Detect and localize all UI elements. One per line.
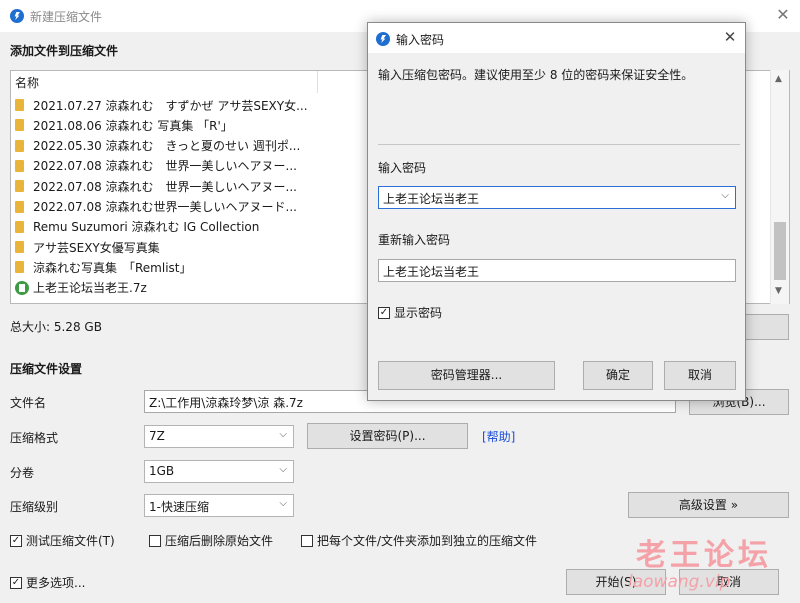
list-item-name: 2021.08.06 涼森れむ 写真集 「R'」 — [33, 118, 233, 133]
checkbox-checked-icon: ✓ — [10, 576, 22, 589]
chevron-down-icon: ⌵ — [279, 429, 287, 440]
format-label: 压缩格式 — [10, 431, 59, 445]
settings-heading: 压缩文件设置 — [10, 362, 83, 376]
checkbox-checked-icon: ✓ — [10, 534, 22, 547]
checkbox-unchecked-icon — [149, 534, 161, 547]
watermark-url: laowang.vip — [628, 572, 731, 592]
list-item[interactable]: 2022.07.08 涼森れむ 世界一美しいヘアヌー... — [15, 176, 297, 196]
level-select[interactable]: 1-快速压缩 ⌵ — [144, 494, 294, 517]
list-item[interactable]: 2021.07.27 涼森れむ すずかぜ アサ芸SEXY女... — [15, 95, 308, 115]
folder-icon — [15, 99, 24, 111]
test-archive-label: 测试压缩文件(T) — [26, 534, 115, 548]
folder-icon — [15, 261, 24, 274]
folder-icon — [15, 119, 24, 132]
password-input[interactable]: 上老王论坛当老王 ⌵ — [378, 186, 736, 209]
password-input-value: 上老王论坛当老王 — [383, 192, 480, 206]
list-item-name: アサ芸SEXY女優写真集 — [33, 240, 160, 255]
level-select-value: 1-快速压缩 — [149, 500, 209, 514]
show-password-label: 显示密码 — [394, 306, 443, 320]
checkbox-checked-icon: ✓ — [378, 306, 390, 319]
password-dialog: 输入密码 ✕ 输入压缩包密码。建议使用至少 8 位的密码来保证安全性。 输入密码… — [367, 22, 746, 401]
list-item[interactable]: 2022.07.08 涼森れむ 世界一美しいヘアヌー... — [15, 156, 297, 176]
watermark-logo: 老王论坛 — [636, 538, 772, 573]
password-label: 输入密码 — [378, 161, 427, 175]
dialog-cancel-button[interactable]: 取消 — [664, 361, 736, 390]
format-select[interactable]: 7Z ⌵ — [144, 425, 294, 448]
chevron-down-icon: ⌵ — [279, 464, 287, 475]
show-password-checkbox[interactable]: ✓ 显示密码 — [378, 304, 442, 321]
add-files-heading: 添加文件到压缩文件 — [10, 44, 119, 58]
list-item[interactable]: 2022.05.30 涼森れむ きっと夏のせい 週刊ポ... — [15, 136, 300, 156]
level-label: 压缩级别 — [10, 500, 59, 514]
folder-icon — [15, 180, 24, 193]
test-archive-checkbox[interactable]: ✓ 测试压缩文件(T) — [10, 532, 115, 549]
reenter-password-label: 重新输入密码 — [378, 233, 451, 247]
list-item-name: 2022.05.30 涼森れむ きっと夏のせい 週刊ポ... — [33, 139, 301, 154]
list-item[interactable]: 2022.07.08 涼森れむ世界一美しいヘアヌード... — [15, 197, 297, 217]
password-dialog-titlebar: 输入密码 ✕ — [368, 23, 745, 53]
more-options-checkbox[interactable]: ✓ 更多选项... — [10, 574, 85, 591]
folder-icon — [15, 241, 24, 254]
scrollbar-thumb[interactable] — [774, 222, 786, 280]
advanced-settings-button[interactable]: 高级设置 » — [628, 492, 789, 518]
split-label: 分卷 — [10, 466, 35, 480]
list-item-name: 涼森れむ写真集 「Remlist」 — [33, 260, 192, 275]
list-item-name: 2022.07.08 涼森れむ世界一美しいヘアヌード... — [33, 200, 297, 214]
app-logo-icon — [376, 32, 390, 46]
filename-label: 文件名 — [10, 396, 47, 410]
list-item[interactable]: 上老王论坛当老王.7z — [15, 278, 147, 298]
dialog-separator — [378, 144, 740, 145]
folder-icon — [15, 200, 24, 213]
help-link[interactable]: [帮助] — [482, 428, 515, 445]
password-manager-button[interactable]: 密码管理器... — [378, 361, 555, 390]
close-icon[interactable]: ✕ — [720, 27, 740, 47]
list-item[interactable]: アサ芸SEXY女優写真集 — [15, 237, 160, 257]
total-size-label: 总大小: 5.28 GB — [10, 320, 102, 334]
format-select-value: 7Z — [149, 429, 165, 443]
list-item-name: Remu Suzumori 涼森れむ IG Collection — [33, 220, 260, 235]
split-select-value: 1GB — [149, 464, 175, 478]
each-separately-label: 把每个文件/文件夹添加到独立的压缩文件 — [317, 534, 538, 548]
each-separately-checkbox[interactable]: 把每个文件/文件夹添加到独立的压缩文件 — [301, 532, 537, 549]
set-password-button[interactable]: 设置密码(P)... — [307, 423, 468, 449]
list-item-name: 2022.07.08 涼森れむ 世界一美しいヘアヌー... — [33, 179, 297, 194]
checkbox-unchecked-icon — [301, 534, 313, 547]
file-list-scrollbar[interactable]: ▲ ▼ — [770, 70, 789, 304]
list-item-name: 2021.07.27 涼森れむ すずかぜ アサ芸SEXY女... — [33, 98, 308, 113]
column-divider[interactable] — [317, 71, 318, 93]
folder-icon — [15, 220, 24, 233]
split-select[interactable]: 1GB ⌵ — [144, 460, 294, 483]
list-item-name: 上老王论坛当老王.7z — [33, 281, 147, 296]
close-icon[interactable]: ✕ — [772, 4, 794, 26]
scroll-down-icon[interactable]: ▼ — [775, 286, 782, 296]
folder-icon — [15, 139, 24, 152]
scroll-up-icon[interactable]: ▲ — [775, 74, 782, 84]
ok-button[interactable]: 确定 — [583, 361, 653, 390]
delete-after-checkbox[interactable]: 压缩后删除原始文件 — [149, 532, 273, 549]
app-logo-icon — [10, 9, 24, 23]
delete-after-label: 压缩后删除原始文件 — [165, 534, 274, 548]
password-hint: 输入压缩包密码。建议使用至少 8 位的密码来保证安全性。 — [378, 68, 694, 82]
window-title: 新建压缩文件 — [30, 10, 103, 24]
chevron-down-icon: ⌵ — [279, 498, 287, 509]
more-options-label: 更多选项... — [26, 576, 86, 590]
list-item[interactable]: Remu Suzumori 涼森れむ IG Collection — [15, 217, 259, 237]
column-header-name[interactable]: 名称 — [15, 74, 39, 91]
folder-icon — [15, 159, 24, 172]
list-item[interactable]: 涼森れむ写真集 「Remlist」 — [15, 257, 192, 277]
archive-icon — [15, 280, 29, 295]
list-item-name: 2022.07.08 涼森れむ 世界一美しいヘアヌー... — [33, 159, 297, 174]
reenter-password-input[interactable]: 上老王论坛当老王 — [378, 259, 736, 282]
chevron-down-icon[interactable]: ⌵ — [721, 190, 729, 201]
password-dialog-title: 输入密码 — [396, 33, 445, 47]
list-item[interactable]: 2021.08.06 涼森れむ 写真集 「R'」 — [15, 115, 233, 135]
